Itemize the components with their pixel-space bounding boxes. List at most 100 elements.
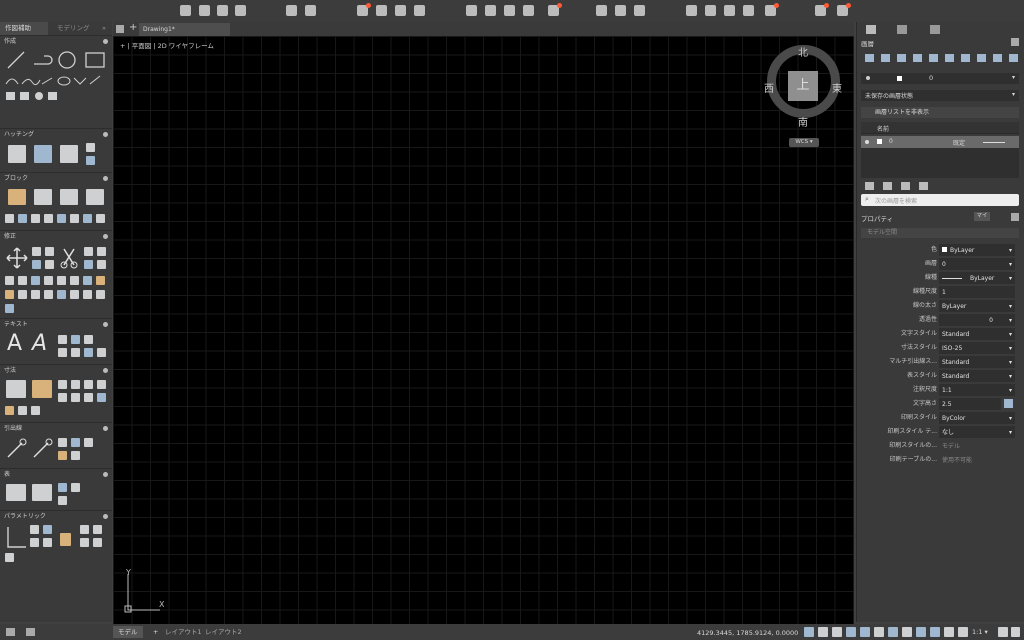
mirror-icon[interactable] xyxy=(32,260,41,269)
multileader-icon[interactable] xyxy=(6,437,28,459)
annotation-visibility-icon[interactable] xyxy=(958,627,968,637)
prop-row[interactable]: 印刷スタイル ByColor ▾ xyxy=(860,411,1020,424)
block-small-icon[interactable] xyxy=(96,214,105,223)
text-justify-icon[interactable] xyxy=(71,348,80,357)
modify-small-icon[interactable] xyxy=(57,276,66,285)
leader-small-icon[interactable] xyxy=(84,438,93,447)
prop-value[interactable]: ByColor ▾ xyxy=(939,411,1015,424)
modify-small-icon[interactable] xyxy=(70,290,79,299)
rotate-icon[interactable] xyxy=(45,247,54,256)
param-small-icon[interactable] xyxy=(93,538,102,547)
dim-small-icon[interactable] xyxy=(84,393,93,402)
share-icon[interactable] xyxy=(815,3,829,16)
lock-icon[interactable] xyxy=(60,533,71,546)
param-small-icon[interactable] xyxy=(5,553,14,562)
text-scale-icon[interactable] xyxy=(58,348,67,357)
hide-layer-list-toggle[interactable]: 画層リストを非表示 xyxy=(861,107,1019,118)
block-small-icon[interactable] xyxy=(57,214,66,223)
command-line-icon[interactable] xyxy=(26,628,35,636)
layer-tool-icon[interactable] xyxy=(945,54,954,62)
prop-row[interactable]: 画層 0 ▾ xyxy=(860,257,1020,270)
boundary-icon[interactable] xyxy=(60,145,78,163)
save-as-icon[interactable] xyxy=(235,5,246,16)
prop-value[interactable]: 0 ▾ xyxy=(939,257,1015,270)
prop-row[interactable]: 線種尺度 1 xyxy=(860,285,1020,298)
modify-small-icon[interactable] xyxy=(44,290,53,299)
leader-small-icon[interactable] xyxy=(71,438,80,447)
table-small-icon[interactable] xyxy=(71,483,80,492)
tab-model[interactable]: モデル xyxy=(113,626,143,638)
viewcube-west[interactable]: 西 xyxy=(764,80,774,95)
pan-icon[interactable] xyxy=(615,5,626,16)
param-small-icon[interactable] xyxy=(80,525,89,534)
layer-tool-icon[interactable] xyxy=(977,54,986,62)
prop-value[interactable]: Standard ▾ xyxy=(939,369,1015,382)
layer-tool-icon[interactable] xyxy=(993,54,1002,62)
block-small-icon[interactable] xyxy=(83,214,92,223)
plot-icon[interactable] xyxy=(357,3,371,16)
prop-value[interactable]: ByLayer ▾ xyxy=(939,271,1015,284)
prop-row[interactable]: 表スタイル Standard ▾ xyxy=(860,369,1020,382)
page-setup-icon[interactable] xyxy=(523,5,534,16)
tab-modeling[interactable]: モデリング xyxy=(52,22,97,35)
dim-small-icon[interactable] xyxy=(71,380,80,389)
gradient-icon[interactable] xyxy=(34,145,52,163)
new-layer-icon[interactable] xyxy=(865,54,874,62)
properties-badge[interactable]: マイ xyxy=(974,212,990,221)
selection-cycling-icon[interactable] xyxy=(944,627,954,637)
layer-tool-icon[interactable] xyxy=(1009,54,1018,62)
modify-small-icon[interactable] xyxy=(83,290,92,299)
layer-tool-icon[interactable] xyxy=(913,54,922,62)
prop-value[interactable]: 1 xyxy=(939,285,1015,298)
param-small-icon[interactable] xyxy=(43,525,52,534)
section-menu-icon[interactable] xyxy=(103,234,108,239)
xref-icon[interactable] xyxy=(724,5,735,16)
layer-state-dropdown[interactable]: 未保存の画層状態 ▾ xyxy=(861,90,1019,101)
viewcube-east[interactable]: 東 xyxy=(832,80,842,95)
properties-menu-icon[interactable] xyxy=(1011,213,1019,221)
prop-value[interactable]: ByLayer ▾ xyxy=(939,299,1015,312)
leader-small-icon[interactable] xyxy=(58,438,67,447)
text-height-pick-icon[interactable] xyxy=(1004,399,1013,408)
prop-row[interactable]: 文字高さ 2.5 xyxy=(860,397,1020,410)
modify-small-icon[interactable] xyxy=(5,290,14,299)
hatch-icon[interactable] xyxy=(8,145,26,163)
layer-tool-icon[interactable] xyxy=(881,54,890,62)
gear-icon[interactable] xyxy=(1011,627,1020,637)
layer-color-swatch[interactable] xyxy=(877,139,882,144)
modify-small-icon[interactable] xyxy=(83,276,92,285)
section-menu-icon[interactable] xyxy=(103,176,108,181)
mtext-icon[interactable]: A xyxy=(7,331,22,356)
viewport-icon[interactable] xyxy=(504,5,515,16)
linear-dimension-icon[interactable] xyxy=(6,380,26,398)
layer-on-icon[interactable] xyxy=(865,140,869,144)
offset-icon[interactable] xyxy=(97,260,106,269)
infer-constraints-icon[interactable] xyxy=(832,627,842,637)
edit-block-icon[interactable] xyxy=(60,189,78,205)
modify-small-icon[interactable] xyxy=(70,276,79,285)
section-menu-icon[interactable] xyxy=(103,368,108,373)
modify-small-icon[interactable] xyxy=(57,290,66,299)
zoom-window-icon[interactable] xyxy=(596,5,607,16)
match-properties-icon[interactable] xyxy=(705,5,716,16)
model-space-row[interactable]: モデル空間 xyxy=(861,228,1019,238)
annotation-scale[interactable]: 1:1 ▾ xyxy=(972,628,988,636)
table-small-icon[interactable] xyxy=(58,483,67,492)
layer-linetype[interactable]: 既定 xyxy=(953,138,965,147)
column-name[interactable]: 名前 xyxy=(877,124,889,133)
dim-small-icon[interactable] xyxy=(58,380,67,389)
undo-icon[interactable] xyxy=(286,5,297,16)
viewcube-top-face[interactable]: 上 xyxy=(788,71,818,101)
modify-small-icon[interactable] xyxy=(31,290,40,299)
export-icon[interactable] xyxy=(414,5,425,16)
new-file-icon[interactable] xyxy=(180,5,191,16)
text-field-icon[interactable] xyxy=(84,348,93,357)
layers-tab-icon[interactable] xyxy=(866,25,876,34)
otrack-toggle-icon[interactable] xyxy=(902,627,912,637)
layer-bottom-icon[interactable] xyxy=(865,182,874,190)
copy-icon[interactable] xyxy=(32,247,41,256)
chamfer-icon[interactable] xyxy=(97,247,106,256)
prop-value[interactable]: 0 ▾ xyxy=(939,313,1015,326)
block-small-icon[interactable] xyxy=(44,214,53,223)
collaborate-icon[interactable] xyxy=(837,3,851,16)
